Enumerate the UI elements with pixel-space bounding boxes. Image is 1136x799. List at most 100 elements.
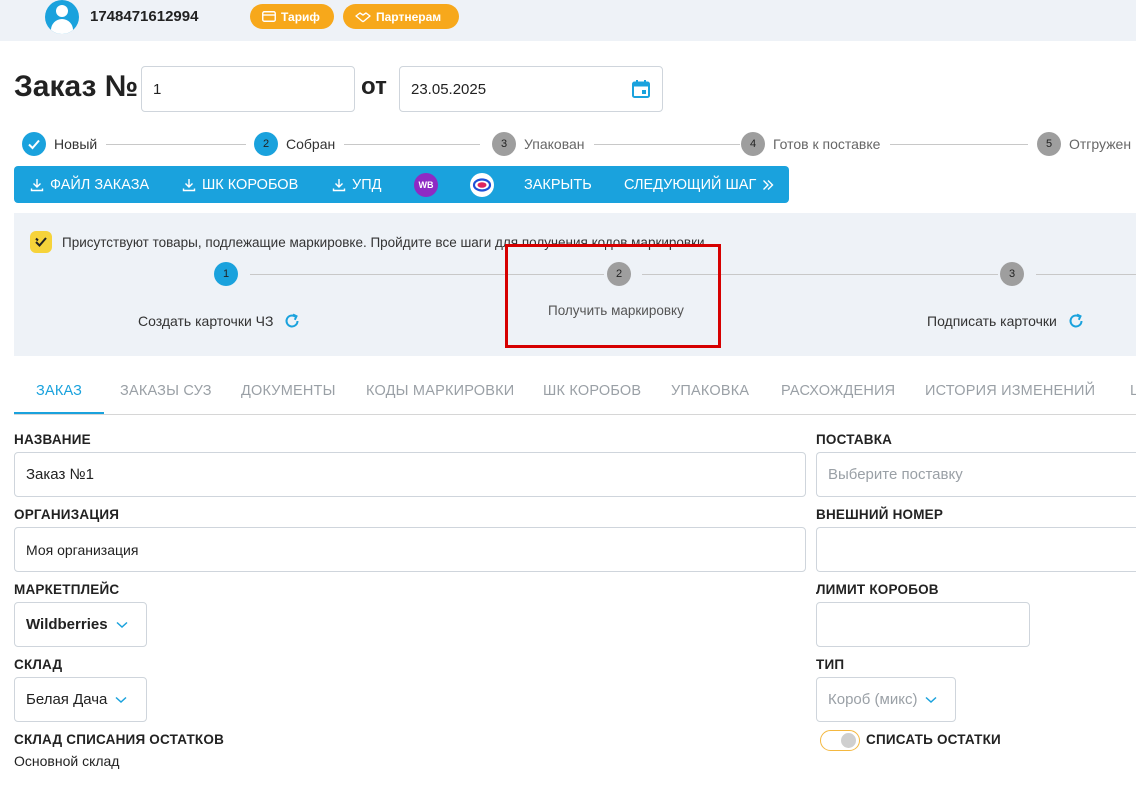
writeoff-toggle[interactable] — [820, 730, 860, 751]
order-file-button[interactable]: ФАЙЛ ЗАКАЗА — [30, 166, 149, 203]
status-step-label: Новый — [54, 136, 98, 152]
order-number-field[interactable]: 1 — [141, 66, 355, 112]
tariff-button[interactable]: Тариф — [250, 4, 334, 29]
ozon-icon — [470, 172, 494, 197]
page-title: Заказ № — [14, 70, 139, 103]
sign-cards-label: Подписать карточки — [927, 313, 1057, 329]
writeoff-toggle-label: СПИСАТЬ ОСТАТКИ — [866, 732, 1001, 747]
status-step-assembled[interactable]: 2 Собран — [254, 132, 335, 156]
organization-select[interactable]: Моя организация — [14, 527, 806, 572]
user-avatar-icon[interactable] — [45, 0, 79, 34]
external-number-input[interactable] — [816, 527, 1136, 572]
user-id: 1748471612994 — [90, 8, 199, 25]
tab-discrepancies[interactable]: РАСХОЖДЕНИЯ — [781, 368, 895, 414]
create-cards-label: Создать карточки ЧЗ — [138, 313, 274, 329]
active-tab-indicator — [14, 412, 104, 414]
marketplace-value: Wildberries — [26, 616, 108, 633]
download-icon — [30, 178, 44, 191]
box-limit-label: ЛИМИТ КОРОБОВ — [816, 582, 939, 597]
close-order-label: ЗАКРЫТЬ — [524, 176, 592, 193]
status-step-label: Собран — [286, 136, 336, 152]
partners-label: Партнерам — [376, 9, 442, 24]
toggle-knob — [841, 733, 856, 748]
action-toolbar: ФАЙЛ ЗАКАЗА ШК КОРОБОВ УПД WB ЗАКРЫТЬ СЛ… — [14, 166, 789, 203]
tab-change-history[interactable]: ИСТОРИЯ ИЗМЕНЕНИЙ — [925, 368, 1095, 414]
step-number: 5 — [1037, 132, 1061, 156]
warehouse-value: Белая Дача — [26, 691, 108, 708]
upd-label: УПД — [352, 176, 382, 193]
chevron-down-icon — [925, 696, 937, 703]
status-step-packed[interactable]: 3 Упакован — [492, 132, 585, 156]
sign-cards-step[interactable]: Подписать карточки — [927, 312, 1085, 330]
download-icon — [182, 178, 196, 191]
tab-order[interactable]: ЗАКАЗ — [36, 368, 82, 414]
type-select[interactable]: Короб (микс) — [816, 677, 956, 722]
check-icon — [22, 132, 46, 156]
ozon-button[interactable] — [470, 166, 494, 203]
box-barcodes-label: ШК КОРОБОВ — [202, 176, 299, 193]
next-step-label: СЛЕДУЮЩИЙ ШАГ — [624, 176, 757, 193]
box-barcodes-button[interactable]: ШК КОРОБОВ — [182, 166, 298, 203]
partners-button[interactable]: Партнерам — [343, 4, 459, 29]
warehouse-label: СКЛАД — [14, 657, 63, 672]
status-step-label: Упакован — [524, 136, 585, 152]
tariff-label: Тариф — [281, 9, 320, 24]
order-date-value: 23.05.2025 — [411, 80, 487, 98]
name-input[interactable]: Заказ №1 — [14, 452, 806, 497]
order-status-stepper: Новый 2 Собран 3 Упакован 4 Готов к пост… — [22, 132, 1136, 156]
step-number: 3 — [492, 132, 516, 156]
refresh-icon[interactable] — [1067, 312, 1085, 330]
create-cards-step[interactable]: Создать карточки ЧЗ — [138, 312, 301, 330]
type-label: ТИП — [816, 657, 845, 672]
marking-step-number: 3 — [1000, 262, 1024, 286]
marking-panel: Присутствуют товары, подлежащие маркиров… — [14, 213, 1136, 356]
marketplace-label: МАРКЕТПЛЕЙС — [14, 582, 120, 597]
status-step-ready[interactable]: 4 Готов к поставке — [741, 132, 880, 156]
order-date-field[interactable]: 23.05.2025 — [399, 66, 663, 112]
marking-step-number: 1 — [214, 262, 238, 286]
supply-label: ПОСТАВКА — [816, 432, 893, 447]
name-value: Заказ №1 — [26, 466, 94, 483]
download-icon — [332, 178, 346, 191]
box-limit-input[interactable] — [816, 602, 1030, 647]
step-number: 4 — [741, 132, 765, 156]
status-step-shipped[interactable]: 5 Отгружен — [1037, 132, 1131, 156]
type-value: Короб (микс) — [828, 691, 918, 708]
supply-select[interactable]: Выберите поставку — [816, 452, 1136, 497]
close-order-button[interactable]: ЗАКРЫТЬ — [524, 166, 592, 203]
wildberries-button[interactable]: WB — [414, 166, 438, 203]
tab-box-barcodes[interactable]: ШК КОРОБОВ — [543, 368, 641, 414]
tab-suz-orders[interactable]: ЗАКАЗЫ СУЗ — [120, 368, 212, 414]
tab-documents[interactable]: ДОКУМЕНТЫ — [241, 368, 336, 414]
honest-sign-icon — [30, 231, 52, 253]
calendar-icon[interactable] — [631, 79, 651, 99]
double-chevron-right-icon — [763, 179, 774, 190]
highlight-box — [505, 244, 721, 348]
tab-marking-codes[interactable]: КОДЫ МАРКИРОВКИ — [366, 368, 514, 414]
top-bar: 1748471612994 Тариф Партнерам — [0, 0, 1136, 41]
date-separator-label: от — [361, 73, 387, 100]
organization-value: Моя организация — [26, 541, 139, 558]
wildberries-icon: WB — [414, 172, 438, 197]
writeoff-warehouse-label: СКЛАД СПИСАНИЯ ОСТАТКОВ — [14, 732, 225, 747]
order-tabs: ЗАКАЗ ЗАКАЗЫ СУЗ ДОКУМЕНТЫ КОДЫ МАРКИРОВ… — [14, 368, 1136, 415]
handshake-icon — [355, 11, 371, 22]
status-step-label: Отгружен — [1069, 136, 1132, 152]
supply-placeholder: Выберите поставку — [828, 466, 963, 483]
next-step-button[interactable]: СЛЕДУЮЩИЙ ШАГ — [624, 166, 774, 203]
marketplace-select[interactable]: Wildberries — [14, 602, 147, 647]
refresh-icon[interactable] — [283, 312, 301, 330]
order-file-label: ФАЙЛ ЗАКАЗА — [50, 176, 150, 193]
step-number: 2 — [254, 132, 278, 156]
writeoff-warehouse-value[interactable]: Основной склад — [14, 753, 119, 769]
status-step-new[interactable]: Новый — [22, 132, 97, 156]
organization-label: ОРГАНИЗАЦИЯ — [14, 507, 120, 522]
chevron-down-icon — [116, 621, 128, 628]
warehouse-select[interactable]: Белая Дача — [14, 677, 147, 722]
upd-button[interactable]: УПД — [332, 166, 381, 203]
tab-overflow[interactable]: Ш — [1130, 368, 1136, 414]
tab-packing[interactable]: УПАКОВКА — [671, 368, 749, 414]
order-number-value: 1 — [153, 80, 162, 98]
status-step-label: Готов к поставке — [773, 136, 881, 152]
card-icon — [262, 11, 276, 22]
